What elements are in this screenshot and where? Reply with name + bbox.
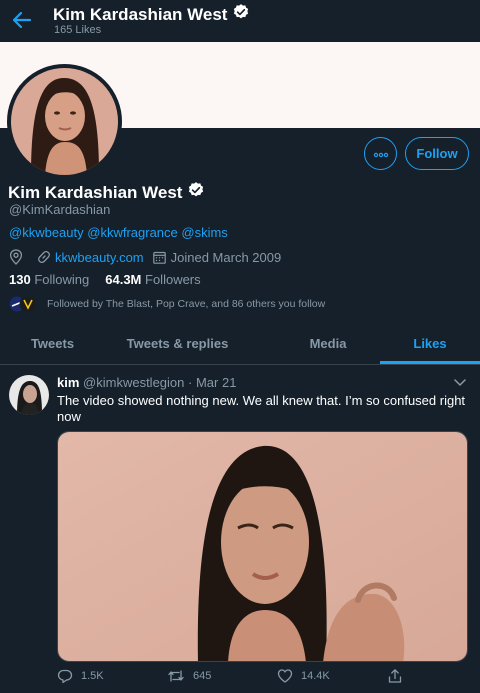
profile-avatar[interactable] [7, 64, 122, 179]
tweet-actions: 1.5K 645 14.4K [57, 668, 477, 688]
tweet-item[interactable]: kim @kimkwestlegion · Mar 21 The video s… [0, 366, 480, 693]
like-icon [277, 668, 293, 684]
like-count: 14.4K [301, 670, 330, 682]
location-icon [9, 249, 23, 265]
link-icon [37, 250, 51, 264]
tweet-media-gif[interactable] [57, 431, 468, 662]
tweet-author-name[interactable]: kim [57, 375, 79, 390]
tab-tweets-replies[interactable]: Tweets & replies [120, 325, 235, 364]
share-button[interactable] [387, 668, 403, 684]
tweet-header: kim @kimkwestlegion · Mar 21 [57, 375, 236, 390]
like-button[interactable]: 14.4K [277, 668, 330, 684]
profile-name: Kim Kardashian West [8, 181, 205, 204]
verified-badge-icon [187, 181, 205, 204]
reply-count: 1.5K [81, 670, 104, 682]
bio-link-kkwfragrance[interactable]: @kkwfragrance [87, 225, 178, 240]
following-count: 130 [9, 272, 31, 287]
more-options-button[interactable] [364, 137, 397, 170]
tab-likes[interactable]: Likes [380, 325, 480, 364]
tweet-author-avatar[interactable] [9, 375, 49, 415]
profile-bio: @kkwbeauty @kkwfragrance @skims [9, 225, 228, 240]
followers-count: 64.3M [105, 272, 142, 287]
active-tab-indicator [380, 361, 480, 364]
followers-label: Followers [145, 272, 201, 287]
tweet-author-handle[interactable]: @kimkwestlegion [83, 375, 184, 390]
following-count-link[interactable]: 130 Following [9, 272, 89, 287]
tweet-date[interactable]: Mar 21 [196, 375, 236, 390]
profile-handle: @KimKardashian [9, 202, 111, 217]
followed-by-row[interactable]: Followed by The Blast, Pop Crave, and 86… [8, 294, 326, 314]
tweet-text: The video showed nothing new. We all kne… [57, 393, 466, 424]
follow-button[interactable]: Follow [405, 137, 469, 170]
reply-icon [57, 668, 73, 684]
bio-link-kkwbeauty[interactable]: @kkwbeauty [9, 225, 84, 240]
profile-name-text: Kim Kardashian West [8, 182, 183, 202]
header-likes-count: 165 Likes [54, 24, 102, 36]
joined-date: Joined March 2009 [170, 249, 282, 265]
share-icon [387, 668, 403, 684]
follow-counts: 130 Following 64.3M Followers [9, 272, 201, 287]
header-name: Kim Kardashian West [53, 4, 228, 24]
more-options-icon [373, 145, 389, 163]
back-arrow-icon[interactable] [10, 8, 34, 32]
bio-link-skims[interactable]: @skims [181, 225, 227, 240]
retweet-count: 645 [193, 670, 212, 682]
retweet-icon [167, 668, 185, 684]
tab-media[interactable]: Media [278, 325, 378, 364]
profile-tabs: Tweets Tweets & replies Media Likes [0, 325, 480, 365]
followed-by-text: Followed by The Blast, Pop Crave, and 86… [47, 298, 326, 310]
tweet-separator: · [188, 375, 193, 390]
followers-count-link[interactable]: 64.3M Followers [105, 272, 200, 287]
tab-tweets[interactable]: Tweets [0, 325, 105, 364]
following-label: Following [34, 272, 90, 287]
top-bar: Kim Kardashian West 165 Likes [0, 0, 480, 42]
website-link[interactable]: kkwbeauty.com [55, 250, 144, 265]
reply-button[interactable]: 1.5K [57, 668, 104, 684]
chevron-down-icon[interactable] [452, 375, 468, 391]
header-title: Kim Kardashian West [53, 3, 250, 26]
profile-meta: kkwbeauty.com Joined March 2009 [9, 248, 281, 266]
retweet-button[interactable]: 645 [167, 668, 211, 684]
calendar-icon [152, 251, 166, 264]
verified-badge-icon [232, 3, 250, 26]
mutual-followers-avatars [8, 295, 37, 313]
